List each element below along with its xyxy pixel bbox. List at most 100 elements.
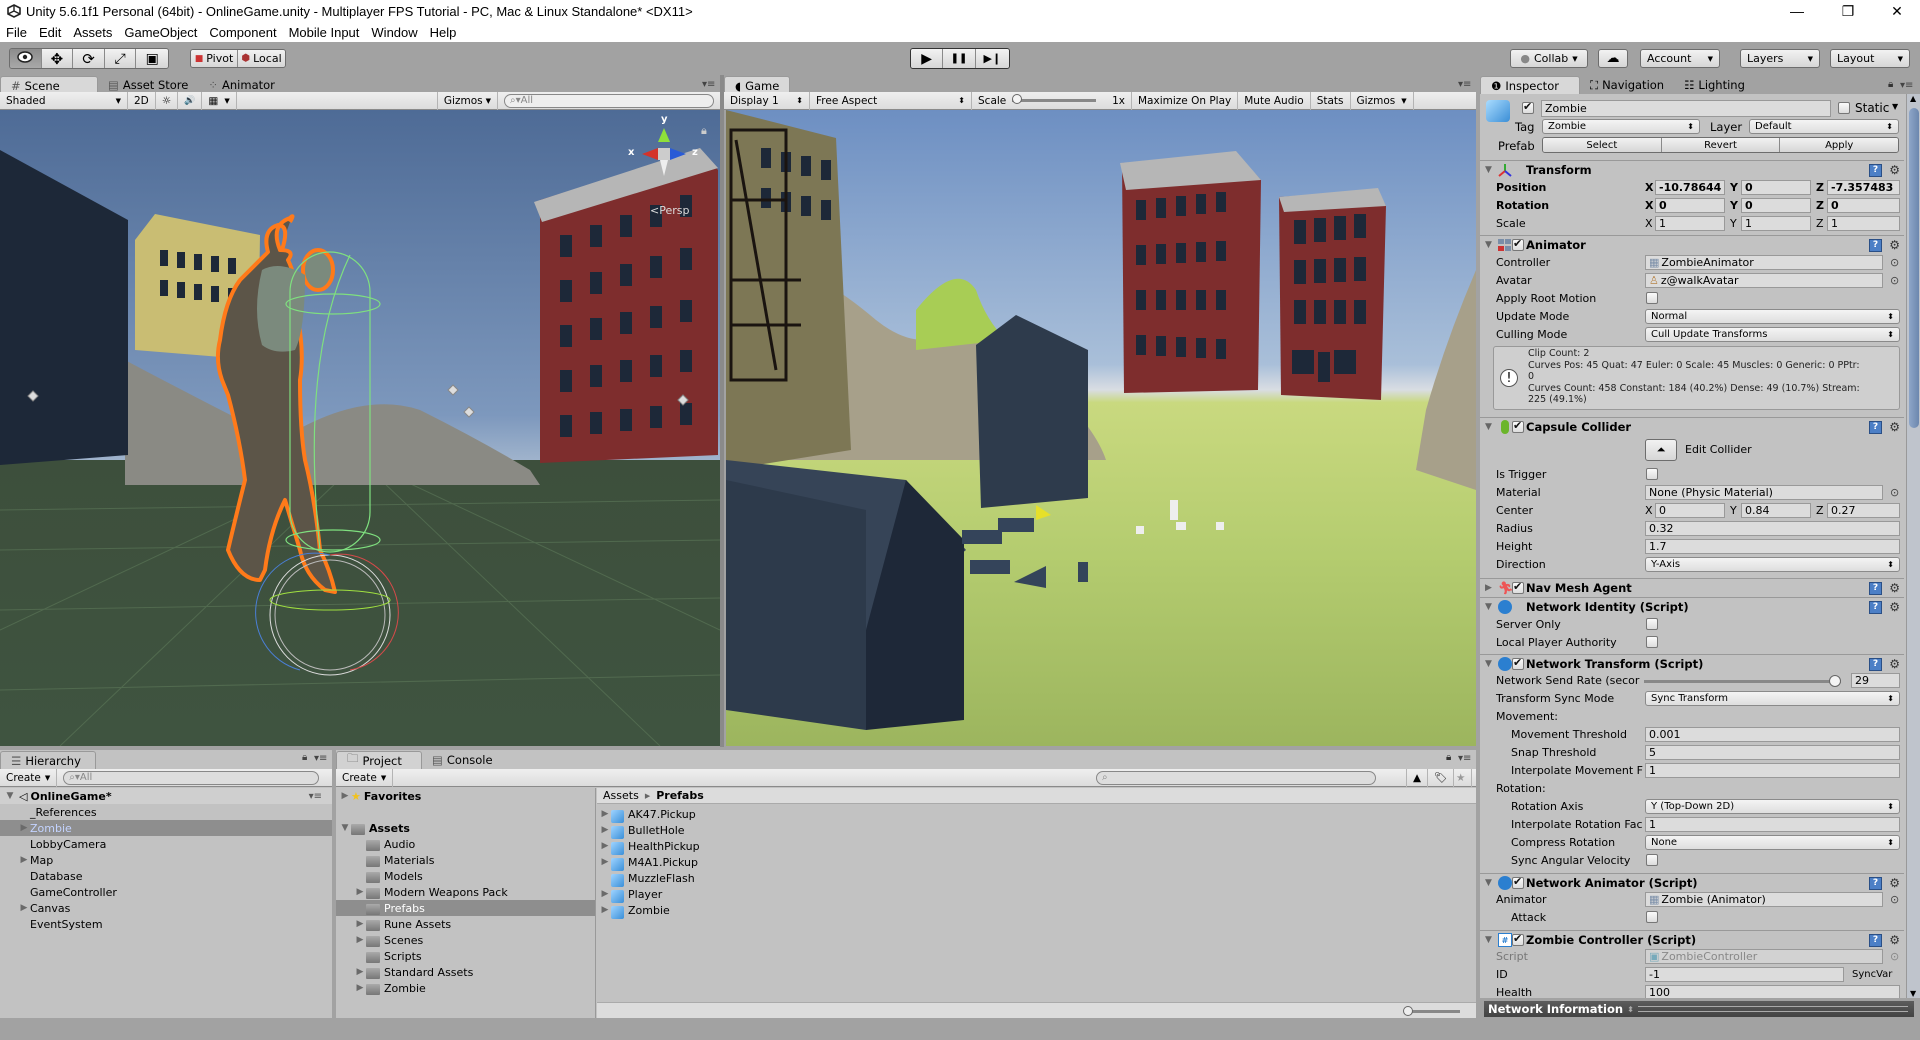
hierarchy-item[interactable]: EventSystem bbox=[0, 916, 332, 932]
gear-icon[interactable]: ⚙ bbox=[1889, 581, 1900, 595]
object-picker-icon[interactable]: ⊙ bbox=[1890, 256, 1899, 269]
position-y-axis-label[interactable]: Y bbox=[1730, 181, 1738, 194]
scene-search-input[interactable]: ⌕▾ All bbox=[504, 93, 714, 108]
collapse-arrow-icon[interactable]: ▼ bbox=[1485, 878, 1492, 888]
audio-toggle[interactable]: 🔊 bbox=[178, 91, 203, 110]
filter-type-button[interactable]: ▲ bbox=[1406, 768, 1429, 787]
rotation-axis-dropdown[interactable]: Y (Top-Down 2D) bbox=[1645, 799, 1900, 814]
animator-header[interactable]: ▼ Animator ?⚙ bbox=[1480, 235, 1904, 254]
expand-arrow-icon[interactable]: ▶ bbox=[354, 967, 366, 977]
object-picker-icon[interactable]: ⊙ bbox=[1890, 486, 1899, 499]
hierarchy-item[interactable]: Database bbox=[0, 868, 332, 884]
rotation-x-input[interactable]: 0 bbox=[1655, 198, 1725, 213]
lock-icon[interactable]: 🔒︎ bbox=[1888, 79, 1893, 90]
interpolate-rotation-input[interactable]: 1 bbox=[1645, 817, 1900, 832]
tab-project[interactable]: 🗀 Project bbox=[336, 751, 422, 769]
panel-menu-icon[interactable]: ▾≡ bbox=[1458, 79, 1471, 90]
folder-item[interactable]: Scripts bbox=[336, 948, 595, 964]
help-icon[interactable]: ? bbox=[1869, 581, 1882, 595]
collapse-arrow-icon[interactable]: ▼ bbox=[1485, 935, 1492, 945]
server-only-checkbox[interactable] bbox=[1646, 618, 1658, 630]
hand-tool-button[interactable] bbox=[10, 49, 42, 68]
projection-label[interactable]: <Persp bbox=[650, 204, 689, 217]
folder-item[interactable]: ▶ Standard Assets bbox=[336, 964, 595, 980]
network-transform-header[interactable]: ▼ Network Transform (Script) ?⚙ bbox=[1480, 654, 1904, 673]
rotation-z-axis-label[interactable]: Z bbox=[1816, 199, 1824, 212]
controller-field[interactable]: ▦ ZombieAnimator bbox=[1645, 255, 1883, 270]
inspector-scrollbar[interactable]: ▲ ▼ bbox=[1906, 94, 1920, 998]
help-icon[interactable]: ? bbox=[1869, 876, 1882, 890]
scale-y-axis-label[interactable]: Y bbox=[1730, 217, 1737, 230]
edit-collider-button[interactable]: ⏶ bbox=[1645, 439, 1677, 461]
compress-rotation-dropdown[interactable]: None bbox=[1645, 835, 1900, 850]
pivot-button[interactable]: ■ Pivot bbox=[191, 50, 239, 67]
expand-arrow-icon[interactable]: ▼ bbox=[4, 791, 16, 801]
material-field[interactable]: None (Physic Material) bbox=[1645, 485, 1883, 500]
culling-mode-dropdown[interactable]: Cull Update Transforms bbox=[1645, 327, 1900, 342]
capsule-enabled-checkbox[interactable] bbox=[1512, 419, 1524, 433]
file-item[interactable]: ▶ Zombie bbox=[599, 902, 1399, 919]
gear-icon[interactable]: ⚙ bbox=[1889, 163, 1900, 177]
expand-arrow-icon[interactable]: ▶ bbox=[354, 983, 366, 993]
radius-input[interactable]: 0.32 bbox=[1645, 521, 1900, 536]
tab-lighting[interactable]: ☷ Lighting bbox=[1674, 76, 1755, 94]
scene-viewport[interactable]: y x z 🔒︎ <Persp bbox=[0, 110, 720, 746]
direction-dropdown[interactable]: Y-Axis bbox=[1645, 557, 1900, 572]
layers-dropdown[interactable]: Layers ▼ bbox=[1740, 49, 1820, 68]
network-animator-field[interactable]: ▦ Zombie (Animator) bbox=[1645, 892, 1883, 907]
collapse-arrow-icon[interactable]: ▼ bbox=[1485, 165, 1492, 175]
panel-splitter[interactable] bbox=[720, 75, 724, 747]
move-tool-button[interactable]: ✥ bbox=[41, 49, 74, 68]
prefab-select-button[interactable]: Select bbox=[1543, 138, 1662, 152]
menu-assets[interactable]: Assets bbox=[67, 25, 118, 40]
menu-file[interactable]: File bbox=[0, 25, 33, 40]
assets-root-row[interactable]: ▼ Assets bbox=[336, 820, 595, 836]
panel-menu-icon[interactable]: ▾≡ bbox=[314, 753, 327, 764]
orientation-gizmo[interactable]: y x z bbox=[624, 114, 704, 190]
hierarchy-item[interactable]: ▶ Map bbox=[0, 852, 332, 868]
lock-icon[interactable]: 🔒︎ bbox=[701, 124, 707, 138]
file-item[interactable]: ▶ M4A1.Pickup bbox=[599, 854, 1399, 871]
hierarchy-item[interactable]: _References bbox=[0, 804, 332, 820]
active-checkbox[interactable] bbox=[1522, 100, 1534, 114]
expand-arrow-icon[interactable]: ▶ bbox=[354, 919, 366, 929]
expand-arrow-icon[interactable]: ▶ bbox=[599, 809, 611, 819]
nav-agent-enabled-checkbox[interactable] bbox=[1512, 580, 1524, 594]
gear-icon[interactable]: ⚙ bbox=[1889, 238, 1900, 252]
maximize-on-play-toggle[interactable]: Maximize On Play bbox=[1132, 91, 1239, 110]
expand-arrow-icon[interactable]: ▶ bbox=[18, 903, 30, 913]
file-item[interactable]: ▶ BulletHole bbox=[599, 822, 1399, 839]
rect-tool-button[interactable]: ▣ bbox=[136, 49, 168, 68]
lock-icon[interactable]: 🔒︎ bbox=[302, 752, 307, 763]
help-icon[interactable]: ? bbox=[1869, 600, 1882, 614]
tab-console[interactable]: ▤ Console bbox=[422, 751, 503, 769]
prefab-revert-button[interactable]: Revert bbox=[1661, 138, 1781, 152]
project-create-button[interactable]: Create ▼ bbox=[336, 768, 394, 787]
hierarchy-search-input[interactable]: ⌕▾ All bbox=[63, 770, 320, 785]
zombie-controller-header[interactable]: ▼ # Zombie Controller (Script) ?⚙ bbox=[1480, 930, 1904, 949]
expand-arrow-icon[interactable]: ▶ bbox=[1485, 583, 1492, 593]
expand-arrow-icon[interactable]: ▶ bbox=[599, 841, 611, 851]
menu-component[interactable]: Component bbox=[203, 25, 282, 40]
scale-z-axis-label[interactable]: Z bbox=[1816, 217, 1824, 230]
help-icon[interactable]: ? bbox=[1869, 657, 1882, 671]
scrollbar-thumb[interactable] bbox=[1909, 108, 1919, 428]
game-gizmos-dropdown[interactable]: Gizmos ▼ bbox=[1351, 91, 1414, 110]
capsule-collider-header[interactable]: ▼ Capsule Collider ?⚙ bbox=[1480, 417, 1904, 436]
project-search-input[interactable]: ⌕ bbox=[1096, 770, 1376, 785]
panel-menu-icon[interactable]: ▾≡ bbox=[1458, 753, 1471, 764]
expand-arrow-icon[interactable]: ▶ bbox=[599, 889, 611, 899]
position-y-input[interactable]: 0 bbox=[1741, 180, 1811, 195]
attack-checkbox[interactable] bbox=[1646, 911, 1658, 923]
aspect-dropdown[interactable]: Free Aspect ⬍ bbox=[810, 91, 972, 110]
minimize-button[interactable]: — bbox=[1774, 0, 1820, 22]
network-information-bar[interactable]: Network Information ⬍ bbox=[1484, 1001, 1914, 1017]
icon-size-thumb[interactable] bbox=[1403, 1006, 1413, 1016]
local-player-authority-checkbox[interactable] bbox=[1646, 636, 1658, 648]
expand-arrow-icon[interactable]: ▶ bbox=[599, 905, 611, 915]
center-x-input[interactable]: 0 bbox=[1655, 503, 1725, 518]
file-item[interactable]: ▶ Player bbox=[599, 886, 1399, 903]
position-x-axis-label[interactable]: X bbox=[1645, 181, 1653, 194]
drag-handle[interactable] bbox=[1637, 1006, 1908, 1012]
expand-arrow-icon[interactable]: ▶ bbox=[18, 855, 30, 865]
